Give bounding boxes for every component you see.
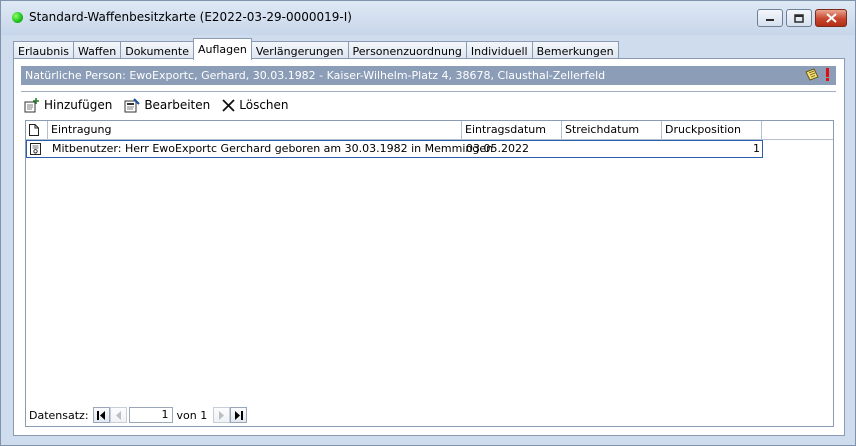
last-record-button[interactable] xyxy=(230,407,248,423)
add-button[interactable]: Hinzufügen xyxy=(24,97,113,113)
auflagen-grid: Eintragung Eintragsdatum Streichdatum Dr… xyxy=(25,120,834,427)
edit-document-icon xyxy=(124,97,141,112)
record-navigator: Datensatz: 1 von 1 xyxy=(29,406,248,424)
person-info-text: Natürliche Person: EwoExportc, Gerhard, … xyxy=(25,69,606,82)
next-record-button[interactable] xyxy=(213,407,231,423)
main-window: Standard-Waffenbesitzkarte (E2022-03-29-… xyxy=(0,0,856,446)
close-button[interactable] xyxy=(815,9,847,27)
previous-record-icon xyxy=(115,410,121,420)
next-record-icon xyxy=(219,410,225,420)
note-icon[interactable] xyxy=(805,68,819,81)
table-row[interactable]: Mitbenutzer: Herr EwoExportc Gerchard ge… xyxy=(26,140,763,158)
certificate-document-icon xyxy=(30,143,41,155)
status-indicator-icon xyxy=(12,12,23,23)
close-icon xyxy=(825,13,837,23)
tab-auflagen[interactable]: Auflagen xyxy=(192,38,252,60)
previous-record-button[interactable] xyxy=(109,407,127,423)
minimize-icon xyxy=(766,19,774,21)
record-number-input[interactable]: 1 xyxy=(128,407,173,423)
grid-header: Eintragung Eintragsdatum Streichdatum Dr… xyxy=(26,121,833,140)
tab-strip: Erlaubnis Waffen Dokumente Auflagen Verl… xyxy=(13,38,619,60)
window-controls xyxy=(754,9,847,27)
last-record-icon xyxy=(235,410,244,420)
cell-druckposition: 1 xyxy=(753,142,760,155)
cell-eintragsdatum: 03.05.2022 xyxy=(466,142,529,155)
add-button-label: Hinzufügen xyxy=(44,98,113,112)
first-record-icon xyxy=(96,410,105,420)
column-header-druckposition[interactable]: Druckposition xyxy=(662,121,762,139)
document-icon xyxy=(29,124,39,136)
row-indicator-header xyxy=(26,121,48,139)
add-document-icon xyxy=(24,97,39,112)
title-bar[interactable]: Standard-Waffenbesitzkarte (E2022-03-29-… xyxy=(1,1,855,35)
person-info-bar: Natürliche Person: EwoExportc, Gerhard, … xyxy=(21,66,836,85)
navigator-label: Datensatz: xyxy=(29,408,89,422)
edit-button[interactable]: Bearbeiten xyxy=(124,97,211,113)
cell-streichdatum xyxy=(563,141,663,157)
person-bar-icons xyxy=(805,68,830,81)
delete-button[interactable]: Löschen xyxy=(222,98,289,112)
minimize-button[interactable] xyxy=(757,9,783,27)
column-header-eintragsdatum[interactable]: Eintragsdatum xyxy=(462,121,562,139)
record-count-label: von 1 xyxy=(176,408,208,422)
maximize-button[interactable] xyxy=(786,9,812,27)
auflagen-panel: Natürliche Person: EwoExportc, Gerhard, … xyxy=(13,58,845,436)
first-record-button[interactable] xyxy=(92,407,110,423)
cell-eintragung: Mitbenutzer: Herr EwoExportc Gerchard ge… xyxy=(52,142,494,155)
row-indicator xyxy=(27,141,49,157)
delete-x-icon xyxy=(222,98,235,112)
window-title: Standard-Waffenbesitzkarte (E2022-03-29-… xyxy=(29,10,352,24)
delete-button-label: Löschen xyxy=(239,98,289,112)
column-header-streichdatum[interactable]: Streichdatum xyxy=(562,121,662,139)
maximize-icon xyxy=(794,13,804,23)
toolbar: Hinzufügen Bearbeiten Löschen xyxy=(24,96,301,114)
warning-exclamation-icon[interactable] xyxy=(825,68,830,81)
column-header-eintragung[interactable]: Eintragung xyxy=(48,121,462,139)
toolbar-separator xyxy=(21,91,836,92)
edit-button-label: Bearbeiten xyxy=(144,98,211,112)
